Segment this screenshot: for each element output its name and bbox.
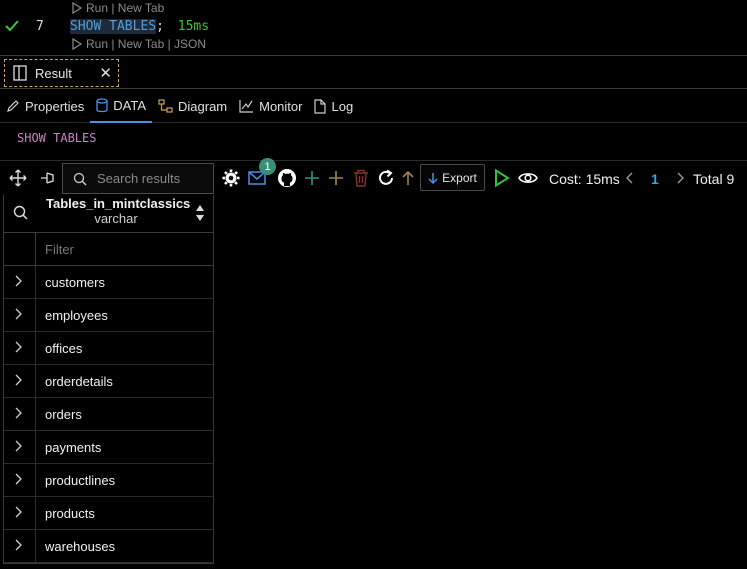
chevron-right-icon[interactable] [14,539,22,554]
table-cell[interactable]: customers [35,266,214,299]
file-icon [314,98,327,114]
sort-icon[interactable] [195,204,205,225]
table-row[interactable]: orders [4,398,214,431]
query-text: SHOW TABLES [17,131,97,145]
sql-statement[interactable]: SHOW TABLES; 15ms [70,19,209,34]
table-cell[interactable]: productlines [35,464,214,497]
total-count: Total 9 [693,171,735,187]
arrow-down-icon [428,172,438,184]
table-row[interactable]: customers [4,266,214,299]
panel-icon [13,65,27,81]
gear-icon[interactable] [221,162,241,194]
database-icon [96,97,108,112]
result-tab-bar: Result ✕ [0,57,747,89]
tab-result[interactable]: Result ✕ [4,59,119,87]
run-icon[interactable] [492,162,512,194]
table-cell[interactable]: warehouses [35,530,214,563]
tab-monitor[interactable]: Monitor [233,90,308,123]
tab-diagram-label: Diagram [178,98,228,114]
tab-data-label: DATA [113,97,146,113]
chevron-right-icon[interactable] [14,407,22,422]
chevron-right-icon[interactable] [14,473,22,488]
divider [0,160,747,161]
sql-keyword: SHOW TABLES [70,19,157,34]
tab-properties-label: Properties [25,98,85,114]
grid-header: Tables_in_mintclassics varchar [4,195,214,233]
table-row[interactable]: products [4,497,214,530]
line-number: 7 [36,19,44,34]
export-button[interactable]: Export [420,164,485,191]
move-icon[interactable] [8,162,28,194]
table-cell[interactable]: employees [35,299,214,332]
pencil-icon [7,100,19,112]
tab-diagram[interactable]: Diagram [152,90,233,123]
column-type: varchar [94,211,138,226]
table-row[interactable]: warehouses [4,530,214,563]
eye-icon[interactable] [517,162,539,194]
codelens-bottom[interactable]: Run | New Tab | JSON [72,37,206,51]
add-row-icon[interactable] [302,162,322,194]
chevron-right-icon[interactable] [14,308,22,323]
cost-label: Cost: 15ms [549,171,620,187]
arrow-up-icon[interactable] [399,162,417,194]
codelens-bottom-label[interactable]: Run | New Tab | JSON [86,37,206,51]
table-row[interactable]: offices [4,332,214,365]
chevron-right-icon[interactable] [14,506,22,521]
tab-properties[interactable]: Properties [0,90,90,123]
result-toolbar: 1 Export Cost: 15ms 1 Total 9 [0,158,747,194]
diagram-icon [158,99,173,113]
column-header[interactable]: Tables_in_mintclassics [46,196,190,211]
tab-log[interactable]: Log [308,90,359,123]
pin-icon[interactable] [38,162,58,194]
search-input[interactable] [97,171,207,186]
trash-icon[interactable] [351,162,371,194]
table-row[interactable]: employees [4,299,214,332]
tab-monitor-label: Monitor [259,98,303,114]
result-grid: Tables_in_mintclassics varchar customers… [3,195,214,564]
tab-data[interactable]: DATA [90,90,152,123]
filter-row [4,233,214,266]
sql-editor: Run | New Tab 7 SHOW TABLES; 15ms Run | … [0,0,747,56]
chevron-right-icon[interactable] [14,275,22,290]
search-icon[interactable] [13,205,28,223]
search-icon [73,172,87,185]
result-subtabs: Properties DATA Diagram Monitor Log [0,90,747,123]
run-icon [72,38,82,50]
table-cell[interactable]: orderdetails [35,365,214,398]
table-cell[interactable]: orders [35,398,214,431]
chevron-right-icon[interactable] [674,162,686,194]
table-row[interactable]: orderdetails [4,365,214,398]
chart-line-icon [239,100,254,113]
run-icon [72,2,82,14]
search-field[interactable] [62,163,214,194]
sql-semicolon: ; [156,19,164,34]
filter-input[interactable] [35,233,214,265]
table-row[interactable]: productlines [4,464,214,497]
github-icon[interactable] [276,162,298,194]
chevron-right-icon[interactable] [14,341,22,356]
refresh-icon[interactable] [376,162,396,194]
chevron-right-icon[interactable] [14,440,22,455]
chevron-right-icon[interactable] [14,374,22,389]
table-cell[interactable]: offices [35,332,214,365]
success-check-icon [5,20,19,32]
table-cell[interactable]: products [35,497,214,530]
execution-time: 15ms [177,19,210,34]
notification-badge: 1 [259,158,276,175]
chevron-left-icon[interactable] [624,162,636,194]
page-number[interactable]: 1 [651,171,659,187]
table-row[interactable]: payments [4,431,214,464]
table-cell[interactable]: payments [35,431,214,464]
close-icon[interactable]: ✕ [99,64,112,82]
export-button-label: Export [442,170,477,185]
tab-result-label: Result [35,65,72,81]
codelens-top-label[interactable]: Run | New Tab [86,1,164,15]
tab-log-label: Log [331,98,354,114]
add-column-icon[interactable] [326,162,346,194]
codelens-top[interactable]: Run | New Tab [72,1,164,15]
